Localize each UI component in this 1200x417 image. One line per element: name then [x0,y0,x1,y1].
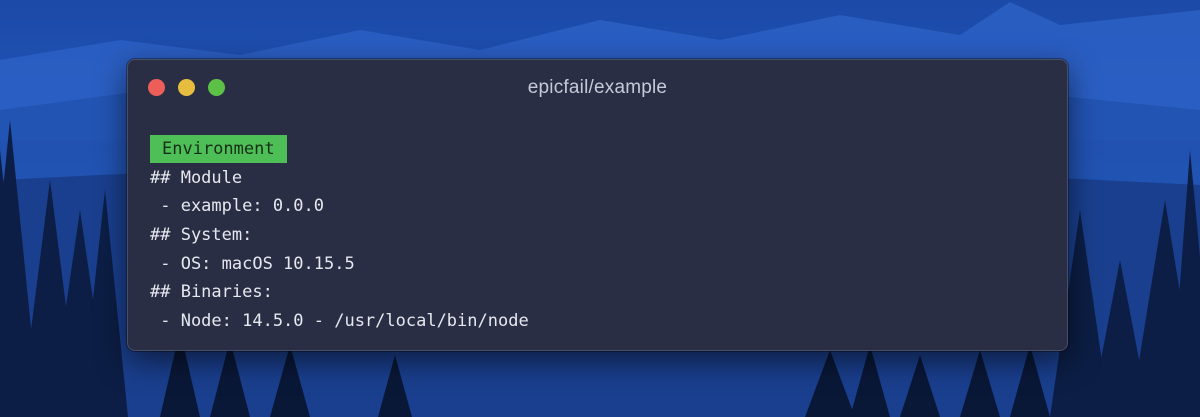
terminal-line: - example: 0.0.0 [150,196,324,217]
terminal-line: - OS: macOS 10.15.5 [150,253,355,274]
terminal-window: epicfail/example Environment ## Module -… [127,59,1068,351]
terminal-output[interactable]: Environment ## Module - example: 0.0.0 #… [150,135,529,336]
terminal-line: - Node: 14.5.0 - /usr/local/bin/node [150,311,529,332]
window-titlebar[interactable]: epicfail/example [128,60,1067,116]
terminal-line: ## Module [150,167,243,188]
window-title: epicfail/example [527,77,668,98]
terminal-line: ## Binaries: [150,282,273,303]
environment-badge: Environment [150,135,287,163]
terminal-line: ## System: [150,225,253,246]
terminal-line-badge: Environment [150,135,529,164]
